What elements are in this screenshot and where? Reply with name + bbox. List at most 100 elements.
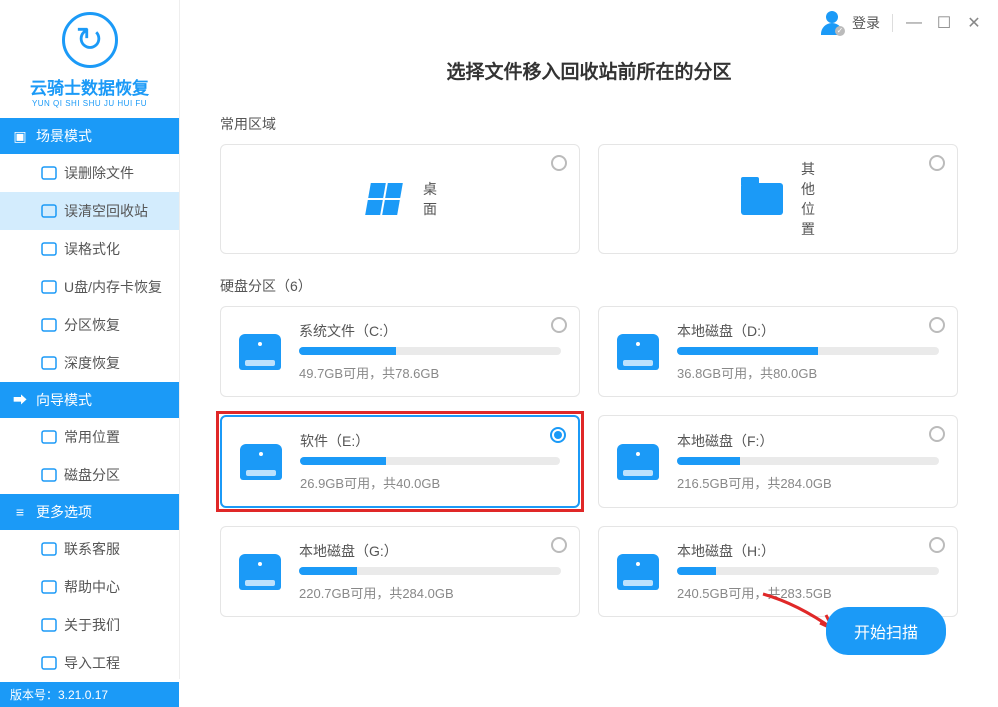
- usage-bar: [677, 567, 939, 575]
- partition-icon: [40, 316, 58, 334]
- deep-icon: [40, 354, 58, 372]
- sidebar-item-deep[interactable]: 深度恢复: [0, 344, 179, 382]
- sidebar-item-about[interactable]: 关于我们: [0, 606, 179, 644]
- partition-name: 本地磁盘（H:）: [677, 541, 939, 561]
- section-title: 更多选项: [36, 502, 92, 522]
- partition-card[interactable]: 本地磁盘（G:） 220.7GB可用，共284.0GB: [220, 526, 580, 617]
- partition-name: 本地磁盘（F:）: [677, 431, 939, 451]
- sidebar-item-label: 深度恢复: [64, 353, 120, 373]
- partition-card[interactable]: 系统文件（C:） 49.7GB可用，共78.6GB: [220, 306, 580, 397]
- sidebar-item-import[interactable]: 导入工程: [0, 644, 179, 682]
- sidebar-item-label: 分区恢复: [64, 315, 120, 335]
- other-location-card[interactable]: 其他位置: [598, 144, 958, 254]
- sidebar-item-usb[interactable]: U盘/内存卡恢复: [0, 268, 179, 306]
- format-icon: [40, 240, 58, 258]
- partition-usage: 216.5GB可用，共284.0GB: [677, 473, 939, 492]
- sidebar-item-label: U盘/内存卡恢复: [64, 277, 162, 297]
- app-name-pinyin: YUN QI SHI SHU JU HUI FU: [0, 99, 179, 108]
- help-icon: [40, 578, 58, 596]
- sidebar-item-file-delete[interactable]: 误删除文件: [0, 154, 179, 192]
- sidebar-item-format[interactable]: 误格式化: [0, 230, 179, 268]
- partition-usage: 49.7GB可用，共78.6GB: [299, 363, 561, 382]
- user-icon[interactable]: ✓: [820, 11, 844, 35]
- section-header: ⮕向导模式: [0, 382, 179, 418]
- radio-icon[interactable]: [551, 317, 567, 333]
- sidebar-item-label: 磁盘分区: [64, 465, 120, 485]
- usage-bar: [299, 567, 561, 575]
- usage-bar: [677, 347, 939, 355]
- sidebar-item-help[interactable]: 帮助中心: [0, 568, 179, 606]
- disk-icon: [239, 551, 281, 593]
- section-title: 向导模式: [36, 390, 92, 410]
- sidebar-item-label: 误格式化: [64, 239, 120, 259]
- title-bar: ✓ 登录 — ☐ ✕: [805, 0, 998, 45]
- sidebar-item-support[interactable]: 联系客服: [0, 530, 179, 568]
- sidebar-item-label: 误清空回收站: [64, 201, 148, 221]
- partition-name: 系统文件（C:）: [299, 321, 561, 341]
- partition-section-label: 硬盘分区（6）: [220, 276, 958, 296]
- folder-icon: [741, 178, 783, 220]
- disk-icon: [240, 441, 282, 483]
- file-delete-icon: [40, 164, 58, 182]
- maximize-button[interactable]: ☐: [935, 14, 953, 32]
- card-label: 其他位置: [801, 159, 815, 239]
- app-name: 云骑士数据恢复: [0, 74, 179, 99]
- disk-icon: [239, 331, 281, 373]
- partition-card[interactable]: 软件（E:） 26.9GB可用，共40.0GB: [220, 415, 580, 508]
- desktop-card[interactable]: 桌面: [220, 144, 580, 254]
- divider: [892, 14, 893, 32]
- radio-icon[interactable]: [551, 537, 567, 553]
- radio-icon[interactable]: [551, 155, 567, 171]
- disk-part-icon: [40, 466, 58, 484]
- partition-card[interactable]: 本地磁盘（F:） 216.5GB可用，共284.0GB: [598, 415, 958, 508]
- radio-icon[interactable]: [929, 317, 945, 333]
- section-header: ▣场景模式: [0, 118, 179, 154]
- partition-card[interactable]: 本地磁盘（H:） 240.5GB可用，共283.5GB: [598, 526, 958, 617]
- sidebar-item-label: 联系客服: [64, 539, 120, 559]
- card-label: 桌面: [423, 179, 437, 219]
- sidebar-item-label: 常用位置: [64, 427, 120, 447]
- login-link[interactable]: 登录: [852, 13, 880, 33]
- support-icon: [40, 540, 58, 558]
- about-icon: [40, 616, 58, 634]
- logo-icon: [62, 12, 118, 68]
- partition-name: 软件（E:）: [300, 431, 560, 451]
- usb-icon: [40, 278, 58, 296]
- section-title: 场景模式: [36, 126, 92, 146]
- usage-bar: [677, 457, 939, 465]
- sidebar: 云骑士数据恢复 YUN QI SHI SHU JU HUI FU ▣场景模式误删…: [0, 0, 180, 679]
- version-bar: 版本号：3.21.0.17: [0, 682, 179, 707]
- sidebar-item-location[interactable]: 常用位置: [0, 418, 179, 456]
- section-icon: ≡: [12, 504, 28, 520]
- start-scan-button[interactable]: 开始扫描: [826, 607, 946, 655]
- windows-icon: [363, 178, 405, 220]
- sidebar-item-disk-part[interactable]: 磁盘分区: [0, 456, 179, 494]
- sidebar-item-label: 导入工程: [64, 653, 120, 673]
- sidebar-item-label: 帮助中心: [64, 577, 120, 597]
- radio-icon[interactable]: [929, 537, 945, 553]
- partition-name: 本地磁盘（D:）: [677, 321, 939, 341]
- sidebar-item-recycle-bin[interactable]: 误清空回收站: [0, 192, 179, 230]
- radio-icon[interactable]: [550, 427, 566, 443]
- partition-card[interactable]: 本地磁盘（D:） 36.8GB可用，共80.0GB: [598, 306, 958, 397]
- main-content: ✓ 登录 — ☐ ✕ 选择文件移入回收站前所在的分区 常用区域 桌面 其他位置 硬…: [180, 0, 998, 679]
- page-title: 选择文件移入回收站前所在的分区: [220, 57, 958, 84]
- partition-usage: 26.9GB可用，共40.0GB: [300, 473, 560, 492]
- close-button[interactable]: ✕: [965, 14, 983, 32]
- disk-icon: [617, 551, 659, 593]
- partition-usage: 240.5GB可用，共283.5GB: [677, 583, 939, 602]
- location-icon: [40, 428, 58, 446]
- sidebar-item-partition[interactable]: 分区恢复: [0, 306, 179, 344]
- disk-icon: [617, 331, 659, 373]
- partition-usage: 220.7GB可用，共284.0GB: [299, 583, 561, 602]
- sidebar-item-label: 误删除文件: [64, 163, 134, 183]
- radio-icon[interactable]: [929, 426, 945, 442]
- sidebar-item-label: 关于我们: [64, 615, 120, 635]
- usage-bar: [299, 347, 561, 355]
- partition-name: 本地磁盘（G:）: [299, 541, 561, 561]
- common-section-label: 常用区域: [220, 114, 958, 134]
- minimize-button[interactable]: —: [905, 14, 923, 32]
- radio-icon[interactable]: [929, 155, 945, 171]
- section-header: ≡ 更多选项: [0, 494, 179, 530]
- usage-bar: [300, 457, 560, 465]
